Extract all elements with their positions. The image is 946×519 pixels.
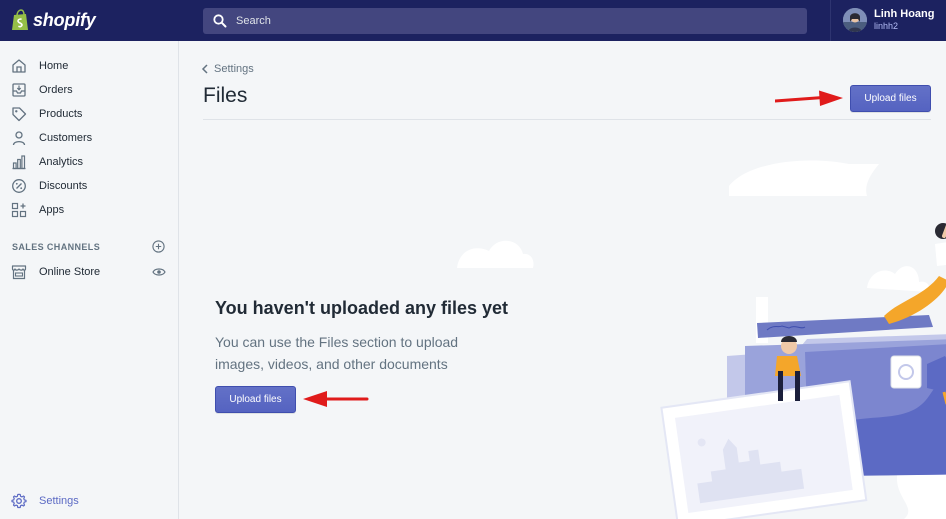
- sidebar-item-orders[interactable]: Orders: [0, 79, 178, 101]
- home-icon: [12, 59, 26, 73]
- chevron-left-icon: [201, 64, 208, 74]
- shopify-bag-icon: [12, 9, 28, 30]
- sales-channels-title: SALES CHANNELS: [12, 242, 101, 252]
- empty-state-heading: You haven't uploaded any files yet: [215, 298, 509, 318]
- user-handle: linhh2: [874, 21, 899, 31]
- search-bar[interactable]: Search: [203, 8, 807, 34]
- sidebar-item-home[interactable]: Home: [0, 55, 178, 77]
- eye-icon[interactable]: [152, 266, 166, 278]
- sidebar-item-apps[interactable]: Apps: [0, 199, 178, 221]
- brand-name: shopify: [33, 9, 96, 30]
- sidebar-item-products[interactable]: Products: [0, 103, 178, 125]
- sidebar-item-customers[interactable]: Customers: [0, 127, 178, 149]
- empty-state-illustration: [457, 160, 946, 519]
- top-bar: shopify Search Linh Hoang linhh2: [0, 0, 946, 41]
- search-placeholder: Search: [236, 15, 271, 27]
- sidebar-item-online-store[interactable]: Online Store: [0, 261, 178, 283]
- gear-icon: [11, 493, 27, 509]
- user-name: Linh Hoang: [874, 8, 935, 20]
- empty-state-upload-button[interactable]: Upload files: [215, 386, 296, 413]
- store-icon: [11, 265, 27, 280]
- sidebar-item-label: Apps: [39, 204, 65, 216]
- sidebar-item-label: Customers: [39, 132, 93, 144]
- avatar-photo-icon: [843, 8, 867, 32]
- sidebar-item-label: Discounts: [39, 180, 88, 192]
- tag-icon: [12, 107, 27, 122]
- empty-state-description: You can use the Files section to upload …: [215, 334, 459, 372]
- shopify-logo[interactable]: shopify: [11, 9, 96, 31]
- sidebar-item-label: Settings: [39, 495, 79, 507]
- sidebar-item-label: Products: [39, 108, 83, 120]
- apps-icon: [11, 202, 27, 218]
- discount-icon: [12, 179, 26, 193]
- topbar-divider: [830, 0, 831, 41]
- person-icon: [12, 131, 26, 146]
- upload-files-button[interactable]: Upload files: [850, 85, 931, 112]
- sidebar-item-label: Home: [39, 60, 69, 72]
- search-icon: [213, 14, 227, 28]
- annotation-arrow: [303, 391, 369, 407]
- user-meta: Linh Hoang linhh2: [874, 8, 935, 32]
- orders-icon: [12, 83, 26, 97]
- annotation-arrow: [775, 90, 843, 106]
- breadcrumb-link[interactable]: Settings: [214, 63, 254, 75]
- sidebar-item-settings[interactable]: Settings: [0, 490, 178, 512]
- bar-chart-icon: [12, 155, 26, 170]
- sidebar-item-label: Analytics: [39, 156, 84, 168]
- add-sales-channel-icon[interactable]: [152, 240, 165, 253]
- sidebar-item-label: Orders: [39, 84, 73, 96]
- breadcrumb[interactable]: Settings: [201, 63, 254, 75]
- sidebar: Home Orders Products Customers Analytics: [0, 41, 179, 519]
- sidebar-item-label: Online Store: [39, 266, 101, 278]
- user-menu[interactable]: Linh Hoang linhh2: [843, 8, 935, 32]
- title-divider: [203, 119, 931, 120]
- main-content: Settings Files Upload files You haven't …: [179, 41, 946, 519]
- sidebar-item-analytics[interactable]: Analytics: [0, 151, 178, 173]
- sidebar-item-discounts[interactable]: Discounts: [0, 175, 178, 197]
- avatar: [843, 8, 867, 32]
- page-title: Files: [203, 84, 248, 107]
